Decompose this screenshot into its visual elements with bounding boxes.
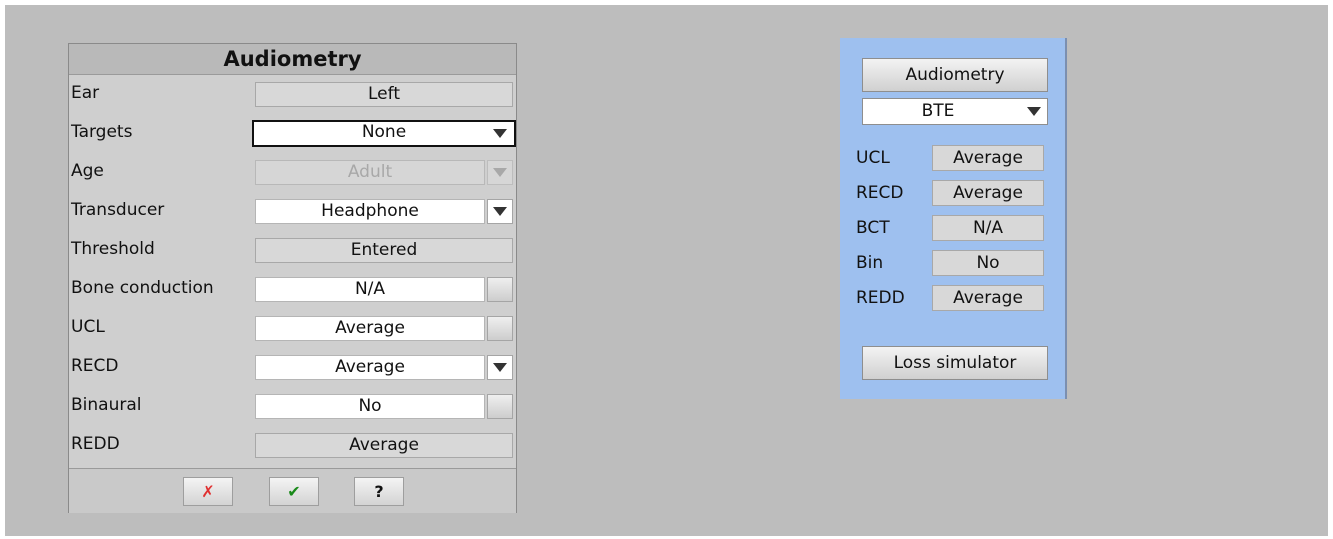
panel-bct-value: N/A	[932, 215, 1044, 241]
loss-simulator-button[interactable]: Loss simulator	[862, 346, 1048, 380]
age-dropdown-arrow-icon	[487, 160, 513, 185]
help-button[interactable]: ?	[354, 477, 404, 506]
targets-dropdown-arrow-icon[interactable]	[487, 123, 513, 144]
row-recd: RECD Average	[69, 347, 516, 386]
ok-button[interactable]: ✔	[269, 477, 319, 506]
panel-row-bin: Bin No	[840, 247, 1067, 279]
dialog-title: Audiometry	[69, 44, 516, 75]
cancel-button[interactable]: ✗	[183, 477, 233, 506]
panel-row-redd: REDD Average	[840, 282, 1067, 314]
row-ear: Ear Left	[69, 74, 516, 113]
row-targets: Targets None	[69, 113, 516, 152]
dialog-footer: ✗ ✔ ?	[69, 468, 516, 513]
ear-label: Ear	[71, 83, 100, 103]
ucl-edit-button[interactable]	[487, 316, 513, 341]
row-redd: REDD Average	[69, 425, 516, 464]
bone-conduction-label: Bone conduction	[71, 278, 214, 298]
threshold-value: Entered	[255, 238, 513, 263]
panel-recd-label: RECD	[856, 183, 904, 203]
audiometry-button[interactable]: Audiometry	[862, 58, 1048, 92]
panel-redd-label: REDD	[856, 288, 905, 308]
transducer-label: Transducer	[71, 200, 165, 220]
binaural-field[interactable]: No	[255, 394, 485, 419]
targets-label: Targets	[71, 122, 133, 142]
panel-ucl-label: UCL	[856, 148, 890, 168]
panel-row-ucl: UCL Average	[840, 142, 1067, 174]
checkmark-icon: ✔	[287, 482, 301, 501]
ear-value: Left	[255, 82, 513, 107]
age-select: Adult	[255, 160, 485, 185]
transducer-dropdown-arrow-icon[interactable]	[487, 199, 513, 224]
row-binaural: Binaural No	[69, 386, 516, 425]
panel-bin-value: No	[932, 250, 1044, 276]
redd-label: REDD	[71, 434, 120, 454]
row-age: Age Adult	[69, 152, 516, 191]
row-threshold: Threshold Entered	[69, 230, 516, 269]
fitting-side-panel: Audiometry BTE UCL Average RECD Average …	[840, 38, 1067, 399]
recd-select[interactable]: Average	[255, 355, 485, 380]
panel-redd-value: Average	[932, 285, 1044, 311]
workspace-background: Audiometry Ear Left Targets None Age Adu…	[5, 5, 1328, 536]
bone-conduction-edit-button[interactable]	[487, 277, 513, 302]
row-transducer: Transducer Headphone	[69, 191, 516, 230]
age-label: Age	[71, 161, 104, 181]
panel-ucl-value: Average	[932, 145, 1044, 171]
ucl-field[interactable]: Average	[255, 316, 485, 341]
row-ucl: UCL Average	[69, 308, 516, 347]
targets-select[interactable]: None	[252, 120, 516, 147]
panel-row-bct: BCT N/A	[840, 212, 1067, 244]
recd-label: RECD	[71, 356, 119, 376]
transducer-select[interactable]: Headphone	[255, 199, 485, 224]
panel-bin-label: Bin	[856, 253, 884, 273]
instrument-style-value: BTE	[921, 101, 955, 121]
audiometry-dialog: Audiometry Ear Left Targets None Age Adu…	[68, 43, 517, 513]
panel-recd-value: Average	[932, 180, 1044, 206]
targets-value: None	[361, 122, 407, 142]
bone-conduction-field[interactable]: N/A	[255, 277, 485, 302]
ucl-label: UCL	[71, 317, 105, 337]
x-mark-icon: ✗	[201, 482, 215, 501]
instrument-style-select[interactable]: BTE	[862, 98, 1048, 125]
row-bone-conduction: Bone conduction N/A	[69, 269, 516, 308]
recd-dropdown-arrow-icon[interactable]	[487, 355, 513, 380]
binaural-edit-button[interactable]	[487, 394, 513, 419]
threshold-label: Threshold	[71, 239, 155, 259]
panel-bct-label: BCT	[856, 218, 890, 238]
instrument-style-dropdown-arrow-icon[interactable]	[1025, 103, 1043, 120]
redd-value: Average	[255, 433, 513, 458]
binaural-label: Binaural	[71, 395, 142, 415]
panel-row-recd: RECD Average	[840, 177, 1067, 209]
